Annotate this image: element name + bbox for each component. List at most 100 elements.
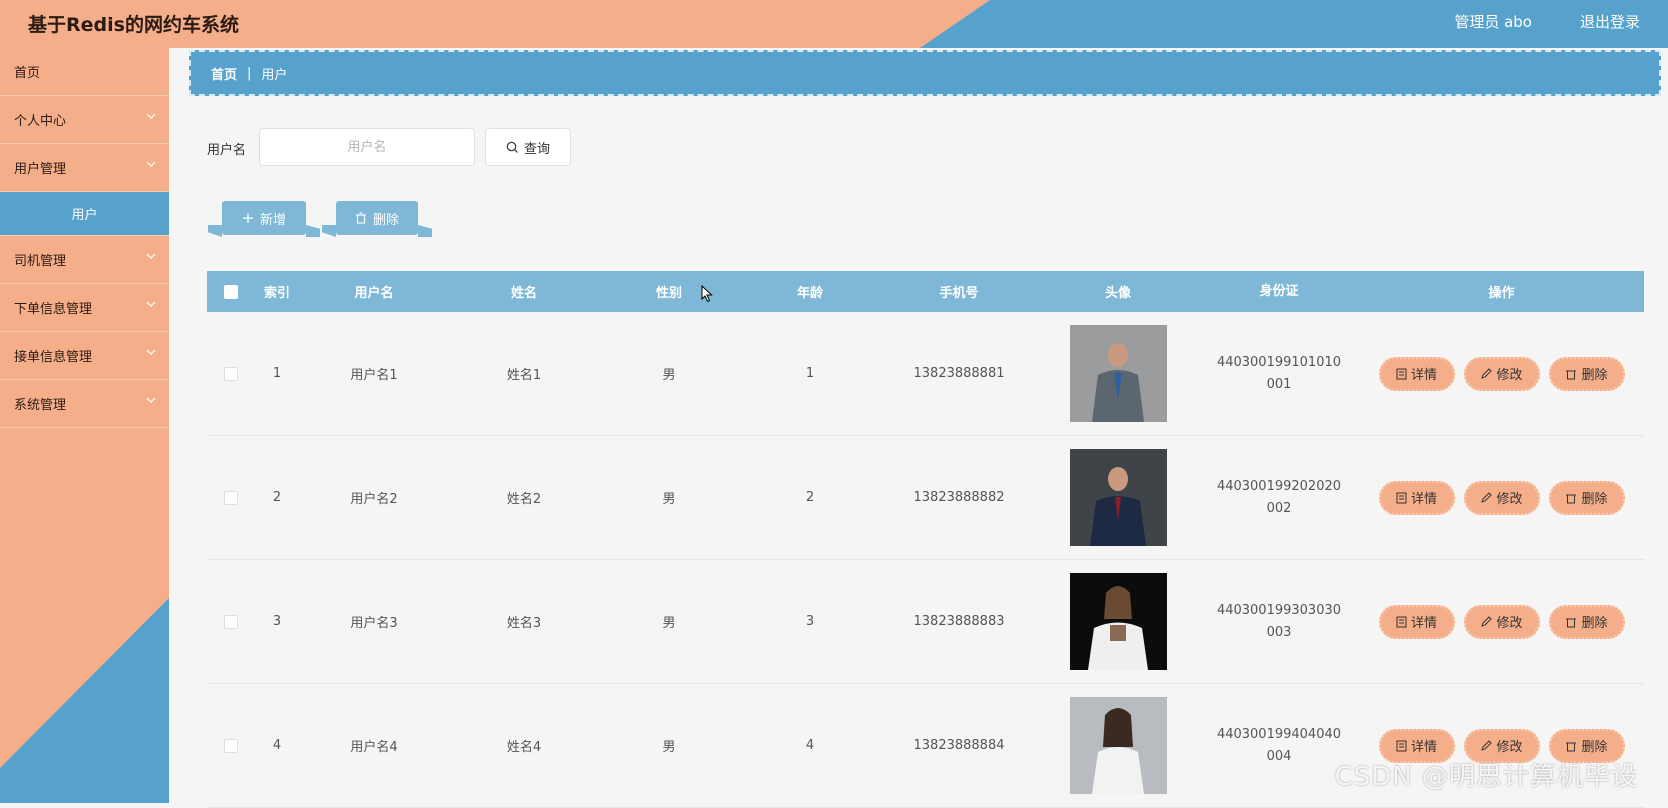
edit-button[interactable]: 修改	[1463, 356, 1540, 391]
username-search-input[interactable]	[259, 128, 475, 166]
cell-operations: 详情 修改 删除	[1359, 604, 1644, 639]
sidebar-item-label: 接单信息管理	[14, 350, 93, 365]
sidebar-item-system-management[interactable]: 系统管理	[0, 380, 169, 428]
cell-phone: 13823888881	[913, 366, 1005, 381]
search-button[interactable]: 查询	[485, 128, 571, 166]
table-header: 索引 用户名 姓名 性别 年龄 手机号 头像 身份证 操作	[207, 271, 1644, 312]
cell-id-card: 440300199303030 003	[1199, 600, 1359, 644]
id-card-line1: 440300199101010	[1216, 354, 1342, 370]
cell-age: 1	[805, 366, 815, 381]
delete-button[interactable]: 删除	[1548, 604, 1625, 639]
trash-icon	[1566, 618, 1577, 627]
cell-phone: 13823888883	[913, 614, 1005, 629]
admin-label: 管理员 abo	[1454, 13, 1532, 31]
row-checkbox[interactable]	[224, 738, 238, 753]
avatar-image[interactable]	[1069, 325, 1167, 422]
delete-button-label: 删除	[1581, 368, 1608, 383]
row-checkbox[interactable]	[224, 366, 238, 381]
detail-button[interactable]: 详情	[1378, 604, 1455, 639]
row-select-cell	[207, 366, 255, 381]
cell-age: 2	[805, 490, 815, 505]
cell-age: 3	[805, 614, 815, 629]
sidebar-item-accept-order-management[interactable]: 接单信息管理	[0, 332, 169, 380]
column-header-avatar: 头像	[1104, 286, 1131, 301]
sidebar-item-label: 司机管理	[14, 254, 67, 269]
mouse-cursor-icon	[701, 285, 713, 303]
detail-button[interactable]: 详情	[1378, 480, 1455, 515]
cell-phone: 13823888884	[913, 738, 1005, 753]
cell-username: 用户名2	[350, 492, 398, 507]
add-button-tail	[306, 225, 320, 237]
edit-button-label: 修改	[1496, 740, 1523, 755]
edit-icon	[1481, 615, 1493, 627]
column-header-operations: 操作	[1488, 286, 1515, 301]
sidebar-subitem-users[interactable]: 用户	[0, 192, 169, 236]
cell-name: 姓名3	[506, 616, 542, 631]
sidebar-item-label: 下单信息管理	[14, 302, 93, 317]
cell-index: 4	[272, 738, 282, 753]
select-all-checkbox[interactable]	[224, 284, 238, 299]
add-button[interactable]: 新增	[208, 201, 320, 237]
cell-index: 3	[272, 614, 282, 629]
id-card-line2: 004	[1266, 748, 1292, 764]
sidebar-item-home[interactable]: 首页	[0, 48, 169, 96]
trash-icon	[355, 212, 366, 224]
delete-button[interactable]: 删除	[1548, 480, 1625, 515]
trash-icon	[1566, 494, 1577, 503]
row-checkbox[interactable]	[224, 614, 238, 629]
cell-sex: 男	[662, 492, 676, 507]
delete-button-tail	[322, 225, 336, 237]
batch-delete-button[interactable]: 删除	[322, 201, 432, 237]
chevron-down-icon	[146, 301, 156, 307]
column-header-name: 姓名	[510, 286, 537, 301]
edit-button[interactable]: 修改	[1463, 604, 1540, 639]
avatar-image[interactable]	[1069, 697, 1167, 794]
cell-sex: 男	[662, 616, 676, 631]
cell-name: 姓名2	[506, 492, 542, 507]
watermark: CSDN @明思计算机毕设	[1334, 762, 1638, 792]
cell-username: 用户名4	[350, 740, 398, 755]
cell-id-card: 440300199202020 002	[1199, 476, 1359, 520]
column-header-index: 索引	[263, 286, 290, 301]
sidebar-item-user-management[interactable]: 用户管理	[0, 144, 169, 192]
cell-id-card: 440300199101010 001	[1199, 352, 1359, 396]
sidebar-item-order-management[interactable]: 下单信息管理	[0, 284, 169, 332]
column-header-id-card: 身份证	[1259, 283, 1299, 299]
delete-button-label: 删除	[1581, 492, 1608, 507]
edit-button[interactable]: 修改	[1463, 480, 1540, 515]
avatar-image[interactable]	[1069, 449, 1167, 546]
delete-button[interactable]: 删除	[1548, 356, 1625, 391]
top-header: 基于Redis的网约车系统 管理员 abo 退出登录	[0, 0, 1668, 48]
detail-button[interactable]: 详情	[1378, 356, 1455, 391]
table-row: 3 用户名3 姓名3 男 3 13823888883 4403001993030…	[207, 560, 1644, 684]
logout-link[interactable]: 退出登录	[1580, 11, 1640, 32]
breadcrumb-current: 用户	[261, 67, 288, 83]
sidebar-item-driver-management[interactable]: 司机管理	[0, 236, 169, 284]
avatar-cell	[1037, 449, 1199, 546]
edit-icon	[1481, 491, 1493, 503]
id-card-line2: 003	[1266, 624, 1292, 640]
id-card-line2: 002	[1266, 500, 1292, 516]
detail-button-label: 详情	[1410, 368, 1437, 383]
document-icon	[1396, 368, 1407, 379]
sidebar-decoration	[0, 598, 169, 803]
row-checkbox[interactable]	[224, 490, 238, 505]
id-card-line1: 440300199303030	[1216, 602, 1342, 618]
edit-button-label: 修改	[1496, 616, 1523, 631]
cell-age: 4	[805, 738, 815, 753]
breadcrumb-separator: |	[247, 65, 252, 81]
sidebar-item-personal-center[interactable]: 个人中心	[0, 96, 169, 144]
breadcrumb-home[interactable]: 首页	[211, 64, 237, 83]
sidebar-item-label: 首页	[14, 66, 41, 81]
sidebar-item-label: 用户管理	[14, 162, 67, 177]
avatar-image[interactable]	[1069, 573, 1167, 670]
column-header-age: 年龄	[796, 286, 823, 301]
users-table: 索引 用户名 姓名 性别 年龄 手机号 头像 身份证 操作 1 用户名1 姓名1…	[207, 271, 1644, 808]
search-button-label: 查询	[523, 141, 550, 157]
table-row: 2 用户名2 姓名2 男 2 13823888882 4403001992020…	[207, 436, 1644, 560]
cell-operations: 详情 修改 删除	[1359, 480, 1644, 515]
edit-button-label: 修改	[1496, 368, 1523, 383]
avatar-cell	[1037, 325, 1199, 422]
edit-icon	[1481, 367, 1493, 379]
id-card-line2: 001	[1266, 376, 1292, 392]
